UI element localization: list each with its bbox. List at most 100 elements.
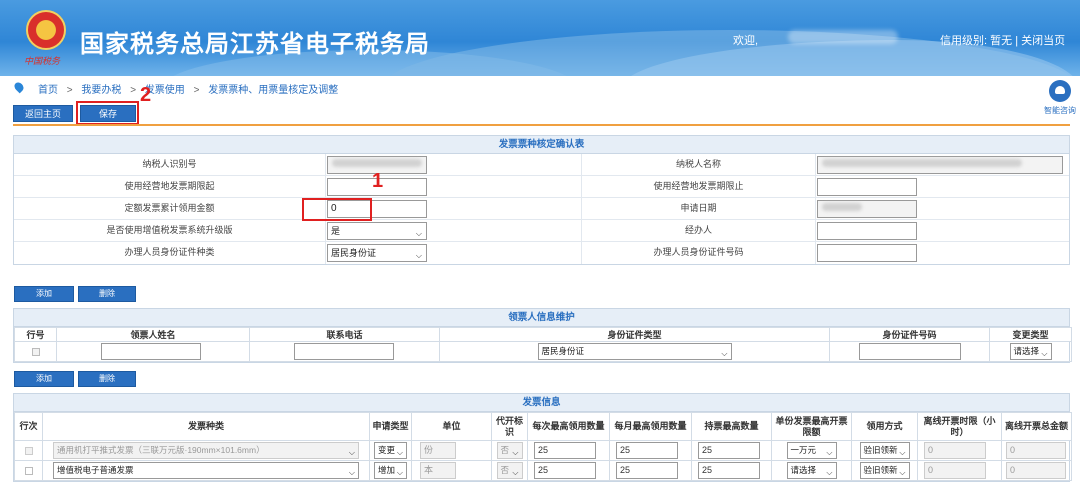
chevron-down-icon: ⌵ [415, 251, 422, 260]
col-phone: 联系电话 [249, 327, 440, 342]
col-max-hold: 持票最高数量 [691, 412, 772, 441]
phone-input[interactable] [294, 343, 394, 360]
offline-total-field: 0 [1006, 462, 1066, 479]
breadcrumb-tax-affairs[interactable]: 我要办税 [81, 85, 121, 96]
col-proxy-flag: 代开标识 [491, 412, 528, 441]
local-invoice-end-label: 使用经营地发票期限止 [582, 176, 816, 197]
taxpayer-name-field [817, 156, 1063, 174]
max-per-time-input[interactable]: 25 [534, 442, 596, 459]
change-type-select[interactable]: 请选择 ⌵ [1009, 343, 1052, 360]
receive-method-value: 验旧领新 [863, 465, 898, 475]
proxy-flag-select[interactable]: 否 ⌵ [496, 462, 523, 479]
invoice-kind-value: 通用机打平推式发票（三联万元版·190mm×101.6mm） [57, 445, 265, 455]
row-checkbox[interactable] [31, 348, 40, 357]
table-row: 增值税电子普通发票 ⌵ 增加 ⌵ 本 否 ⌵ 25 25 25 请选择 ⌵ 验旧领新 ⌵ … [14, 460, 1072, 481]
change-type-value: 请选择 [1013, 346, 1040, 356]
add-recipient-button[interactable]: 添加 [14, 286, 74, 302]
max-hold-input[interactable]: 25 [698, 442, 760, 459]
vat-system-upgrade-value: 是 [331, 226, 341, 236]
single-limit-select[interactable]: 一万元 ⌵ [786, 442, 837, 459]
unit-field: 份 [420, 442, 456, 459]
form-title: 发票票种核定确认表 [14, 136, 1069, 154]
chevron-down-icon: ⌵ [348, 448, 355, 457]
user-name-redacted [788, 30, 898, 44]
offline-total-field: 0 [1006, 442, 1066, 459]
apply-type-select[interactable]: 变更 ⌵ [374, 442, 407, 459]
chevron-down-icon: ⌵ [512, 468, 519, 477]
max-per-month-input[interactable]: 25 [616, 462, 678, 479]
form-row: 办理人员身份证件种类 居民身份证 ⌵ 办理人员身份证件号码 [14, 242, 1069, 264]
redacted-text [822, 203, 862, 211]
apply-type-select[interactable]: 增加 ⌵ [374, 462, 407, 479]
row-checkbox[interactable] [24, 447, 33, 456]
save-highlight-box [76, 101, 139, 125]
table-row: 居民身份证 ⌵ 请选择 ⌵ [14, 341, 1072, 362]
receive-method-value: 验旧领新 [863, 445, 898, 455]
receive-method-select[interactable]: 验旧领新 ⌵ [859, 442, 910, 459]
back-home-button[interactable]: 返回主页 [13, 105, 73, 122]
site-header: 中国税务 国家税务总局江苏省电子税务局 欢迎, 信用级别: 暂无 | 关闭当页 [0, 0, 1080, 76]
chevron-down-icon: ⌵ [415, 229, 422, 238]
breadcrumb-bar: 首页 > 我要办税 > 发票使用 > 发票票种、用票量核定及调整 [0, 76, 1080, 100]
invoice-title: 发票信息 [14, 394, 1069, 412]
redacted-text [822, 159, 1022, 167]
recipient-id-type-value: 居民身份证 [541, 346, 585, 356]
breadcrumb-home[interactable]: 首页 [38, 85, 58, 96]
invoice-table: 行次 发票种类 申请类型 单位 代开标识 每次最高领用数量 每月最高领用数量 持… [14, 412, 1072, 481]
proxy-flag-value: 否 [500, 445, 510, 455]
id-type-select[interactable]: 居民身份证 ⌵ [327, 244, 427, 262]
local-invoice-end-input[interactable] [817, 178, 917, 196]
redacted-text [332, 159, 422, 167]
id-number-input[interactable] [817, 244, 917, 262]
receive-method-select[interactable]: 验旧领新 ⌵ [859, 462, 910, 479]
annotation-two: 2 [140, 84, 152, 106]
recipient-id-number-input[interactable] [858, 343, 961, 360]
close-page-link[interactable]: 关闭当页 [1021, 35, 1065, 47]
id-type-value: 居民身份证 [331, 248, 377, 258]
quota-invoice-amount-label: 定额发票累计领用金额 [14, 198, 326, 219]
credit-label: 信用级别: [940, 35, 988, 47]
recipient-info-section: 领票人信息维护 行号 领票人姓名 联系电话 身份证件类型 身份证件号码 变更类型… [13, 308, 1072, 363]
chevron-down-icon: ⌵ [826, 448, 833, 457]
invoice-info-section: 发票信息 行次 发票种类 申请类型 单位 代开标识 每次最高领用数量 每月最高领… [13, 393, 1072, 482]
col-unit: 单位 [411, 412, 492, 441]
apply-date-label: 申请日期 [582, 198, 816, 219]
agent-input[interactable] [817, 222, 917, 240]
proxy-flag-select[interactable]: 否 ⌵ [496, 442, 523, 459]
max-per-time-input[interactable]: 25 [534, 462, 596, 479]
delete-recipient-button[interactable]: 删除 [78, 286, 136, 302]
single-limit-select[interactable]: 请选择 ⌵ [786, 462, 837, 479]
apply-date-field [817, 200, 917, 218]
invoice-kind-select[interactable]: 通用机打平推式发票（三联万元版·190mm×101.6mm） ⌵ [53, 442, 359, 459]
smart-consult[interactable]: 智能咨询 [1040, 80, 1080, 120]
breadcrumb-separator: > [66, 85, 73, 96]
chevron-down-icon: ⌵ [512, 448, 519, 457]
smart-consult-label: 智能咨询 [1044, 106, 1076, 115]
col-single-limit: 单份发票最高开票限额 [771, 412, 852, 441]
col-change-type: 变更类型 [989, 327, 1072, 342]
row-checkbox[interactable] [24, 467, 33, 476]
max-hold-input[interactable]: 25 [698, 462, 760, 479]
table-header-row: 行号 领票人姓名 联系电话 身份证件类型 身份证件号码 变更类型 [14, 327, 1072, 342]
emblem-caption: 中国税务 [24, 57, 61, 67]
recipient-id-type-select[interactable]: 居民身份证 ⌵ [537, 343, 732, 360]
id-number-label: 办理人员身份证件号码 [582, 242, 816, 264]
amount-highlight-box [302, 198, 372, 221]
max-per-month-input[interactable]: 25 [616, 442, 678, 459]
invoice-kind-select[interactable]: 增值税电子普通发票 ⌵ [53, 462, 359, 479]
col-max-per-time: 每次最高领用数量 [527, 412, 610, 441]
col-receive-method: 领用方式 [851, 412, 918, 441]
vat-system-upgrade-select[interactable]: 是 ⌵ [327, 222, 427, 240]
proxy-flag-value: 否 [500, 465, 510, 475]
single-limit-value: 请选择 [790, 465, 817, 475]
col-apply-type: 申请类型 [369, 412, 412, 441]
table-header-row: 行次 发票种类 申请类型 单位 代开标识 每次最高领用数量 每月最高领用数量 持… [14, 412, 1072, 441]
chevron-down-icon: ⌵ [826, 468, 833, 477]
col-id-number: 身份证件号码 [829, 327, 990, 342]
delete-invoice-button[interactable]: 删除 [78, 371, 136, 387]
id-type-label: 办理人员身份证件种类 [14, 242, 326, 264]
recipient-name-input[interactable] [101, 343, 201, 360]
breadcrumb-separator: > [130, 85, 137, 96]
form-row: 使用经营地发票期限起 使用经营地发票期限止 [14, 176, 1069, 198]
add-invoice-button[interactable]: 添加 [14, 371, 74, 387]
